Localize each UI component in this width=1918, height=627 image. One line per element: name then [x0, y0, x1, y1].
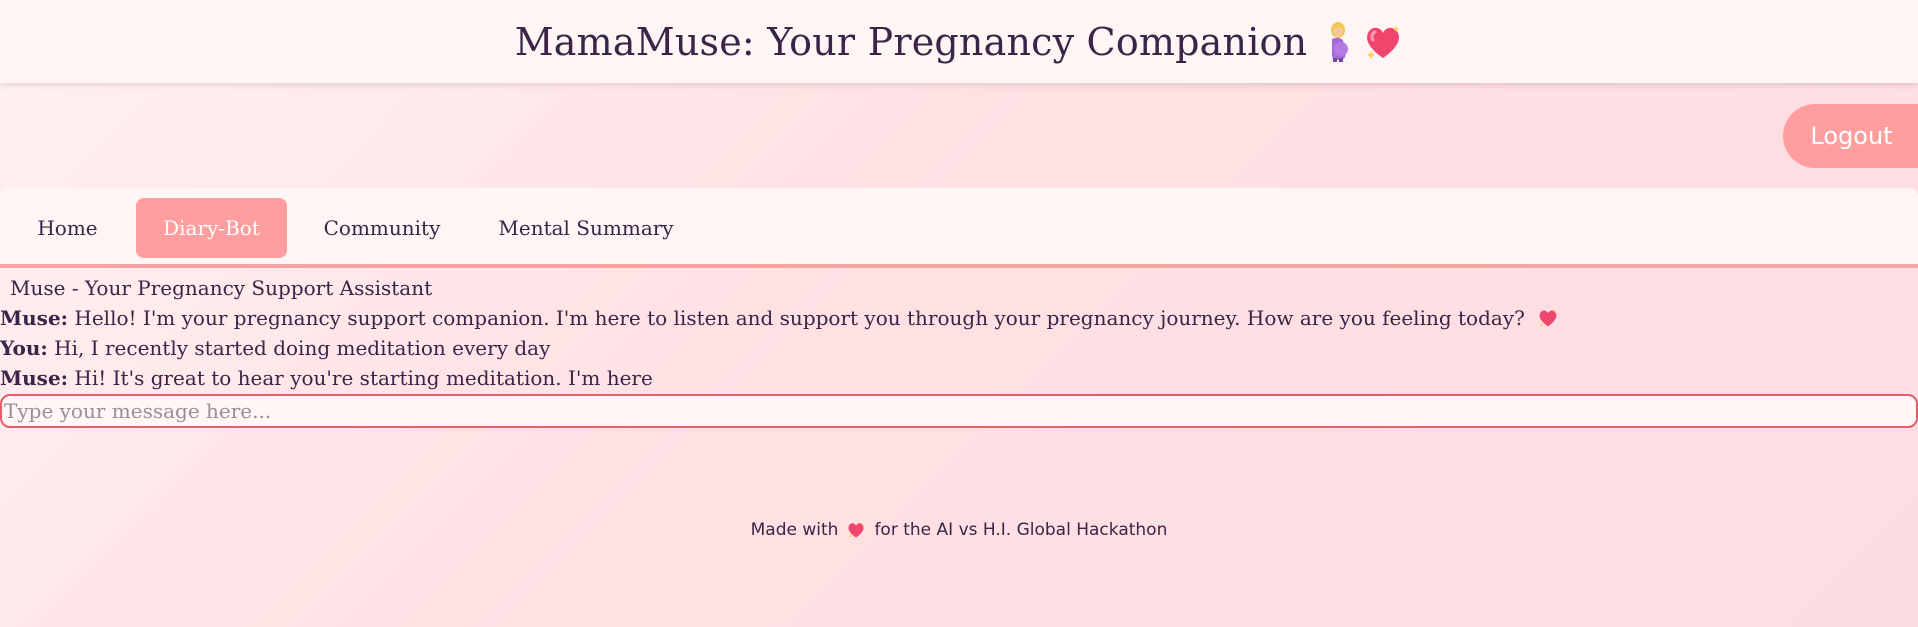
main-nav: Home Diary-Bot Community Mental Summary: [0, 188, 1918, 268]
chat-message: Muse: Hi! It's great to hear you're star…: [0, 365, 653, 391]
chat-message: Muse: Hello! I'm your pregnancy support …: [0, 305, 1559, 331]
footer-text-after: for the AI vs H.I. Global Hackathon: [874, 520, 1168, 540]
app-header: MamaMuse: Your Pregnancy Companion: [0, 0, 1918, 83]
nav-tab-home[interactable]: Home: [20, 198, 115, 258]
sparkling-heart-icon: [848, 522, 865, 539]
message-text: Hello! I'm your pregnancy support compan…: [74, 306, 1525, 330]
pregnant-woman-icon: [1331, 21, 1349, 62]
footer-text-before: Made with: [750, 520, 839, 540]
message-sender: You:: [0, 336, 48, 360]
footer: Made with for the AI vs H.I. Global Hack…: [0, 520, 1918, 540]
chat-title: Muse - Your Pregnancy Support Assistant: [10, 276, 433, 300]
logout-button[interactable]: Logout: [1783, 104, 1918, 168]
message-input[interactable]: [0, 394, 1918, 428]
header-emoji-group: [1323, 21, 1403, 62]
message-text: Hi! It's great to hear you're starting m…: [74, 366, 653, 390]
nav-tab-mental-summary[interactable]: Mental Summary: [486, 198, 686, 258]
message-sender: Muse:: [0, 366, 69, 390]
sparkling-heart-icon: [1539, 309, 1557, 327]
chat-message: You: Hi, I recently started doing medita…: [0, 335, 550, 361]
sparkling-heart-icon: [1366, 25, 1400, 59]
nav-tab-community[interactable]: Community: [308, 198, 456, 258]
nav-tab-diary-bot[interactable]: Diary-Bot: [136, 198, 287, 258]
message-sender: Muse:: [0, 306, 69, 330]
message-text: Hi, I recently started doing meditation …: [54, 336, 551, 360]
page-title: MamaMuse: Your Pregnancy Companion: [514, 19, 1308, 64]
